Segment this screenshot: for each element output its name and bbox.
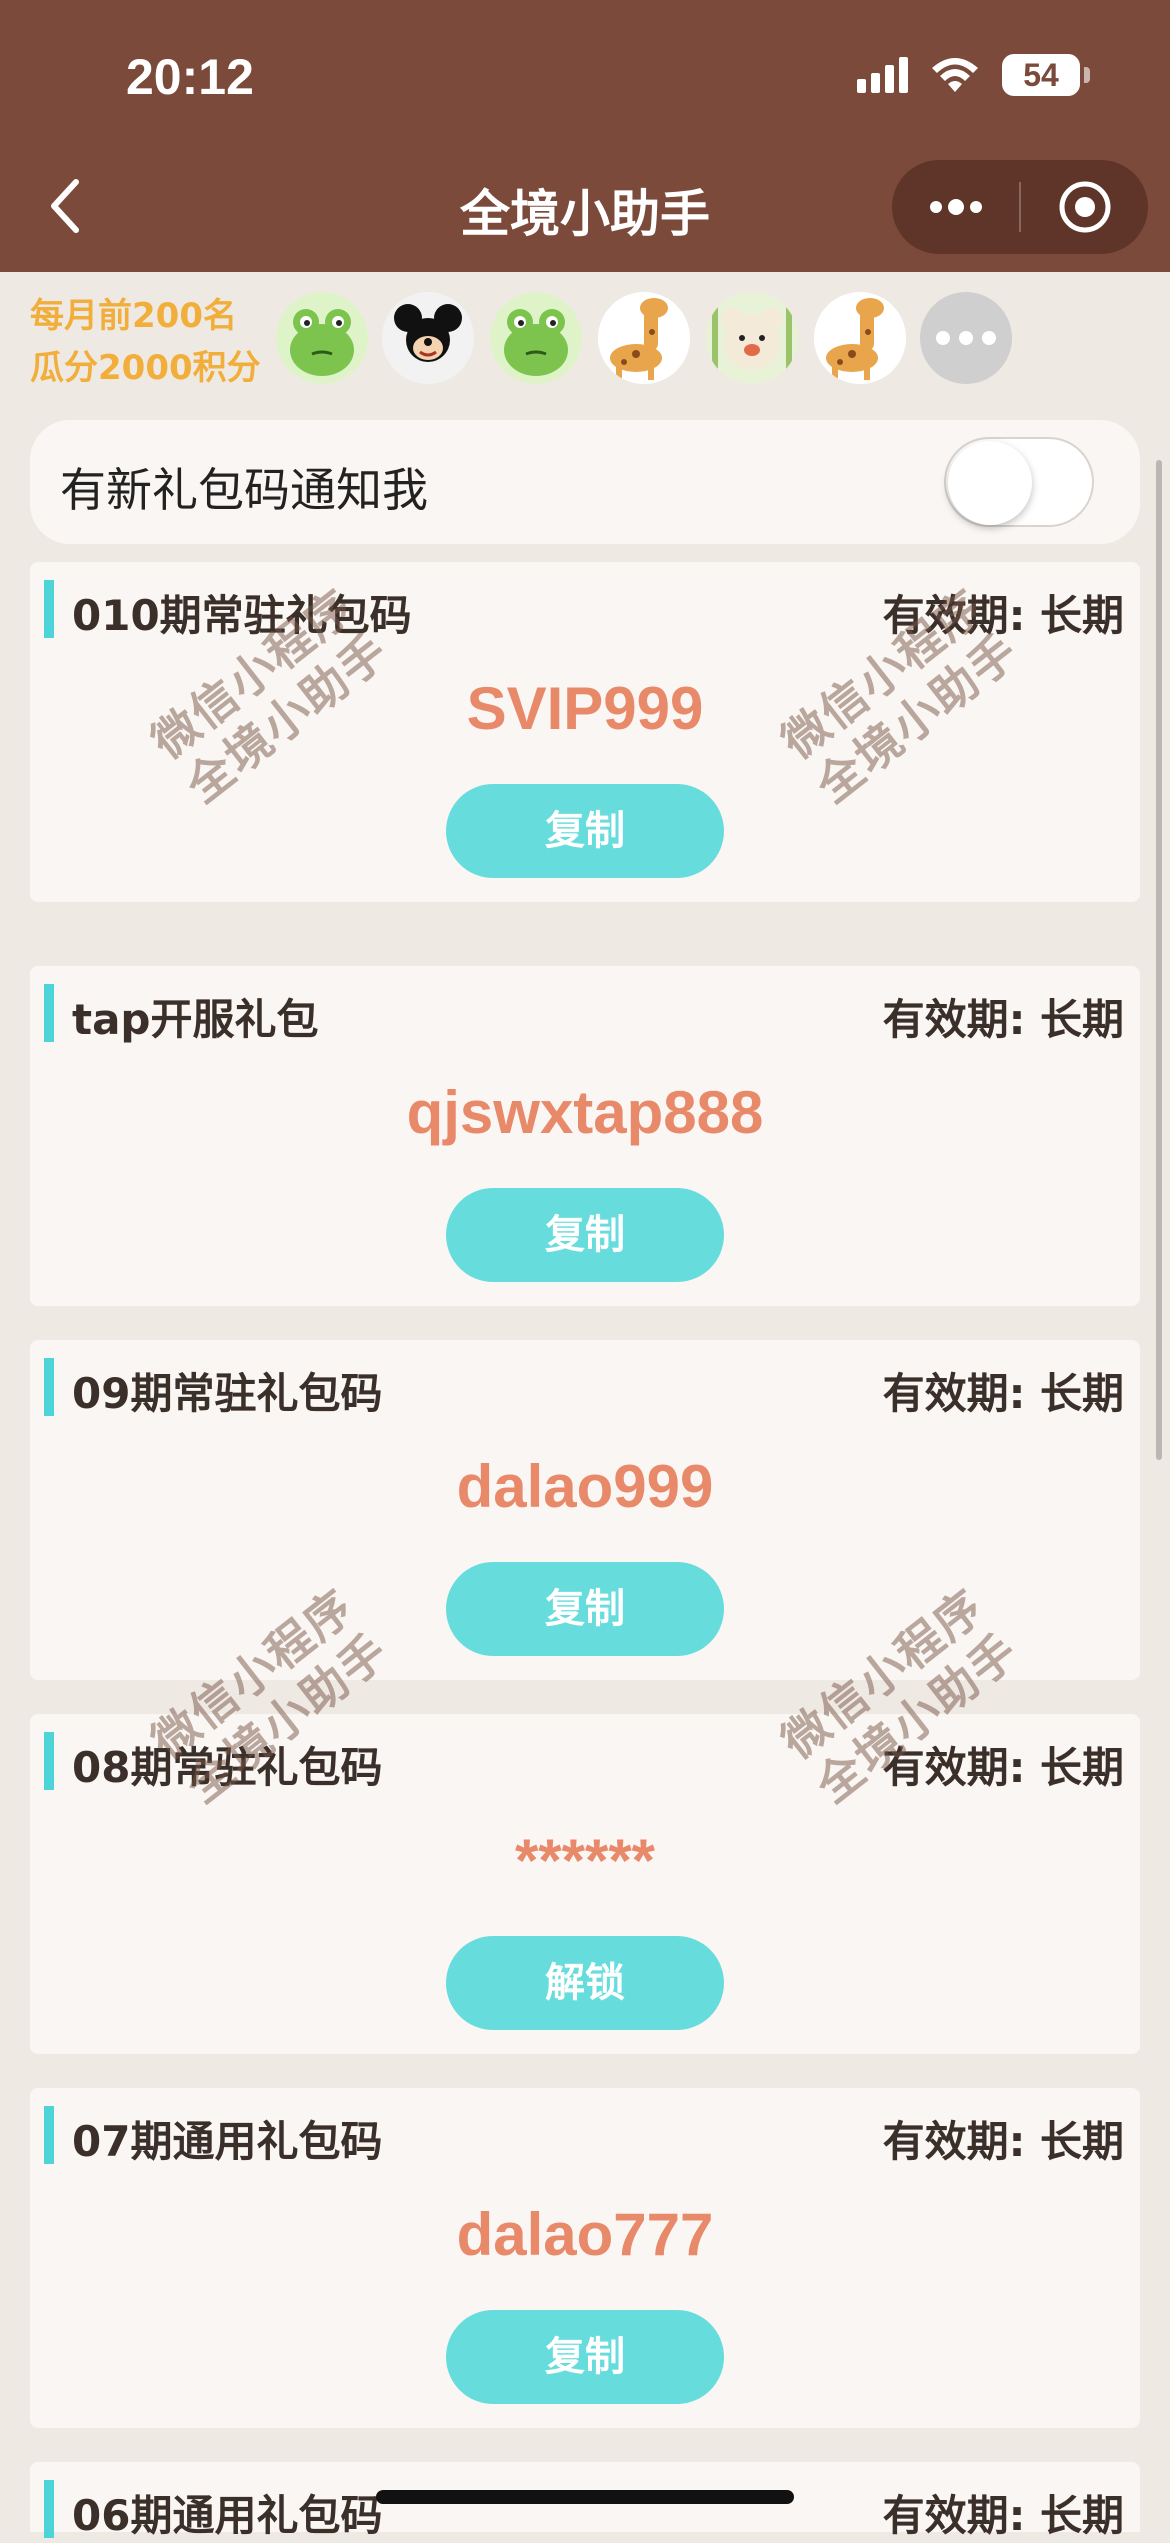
notify-row: 有新礼包码通知我 bbox=[30, 420, 1140, 544]
gift-code-card: tap开服礼包 有效期: 长期 qjswxtap888 复制 bbox=[30, 966, 1140, 1306]
avatar-giraffe bbox=[598, 292, 690, 384]
copy-button[interactable]: 复制 bbox=[446, 2310, 724, 2404]
ranking-text: 每月前200名 瓜分2000积分 bbox=[30, 290, 261, 394]
avatar-giraffe bbox=[814, 292, 906, 384]
target-icon[interactable] bbox=[1021, 160, 1148, 254]
gift-code: dalao777 bbox=[456, 2201, 714, 2268]
gift-code-card: 07期通用礼包码 有效期: 长期 dalao777 复制 bbox=[30, 2088, 1140, 2428]
home-indicator[interactable] bbox=[376, 2490, 794, 2504]
gift-code-card-locked: 08期常驻礼包码 有效期: 长期 ****** 解锁 bbox=[30, 1714, 1140, 2054]
copy-button[interactable]: 复制 bbox=[446, 1188, 724, 1282]
more-avatars-icon[interactable] bbox=[920, 292, 1012, 384]
status-icons: 54 bbox=[857, 54, 1090, 96]
notify-label: 有新礼包码通知我 bbox=[60, 463, 428, 517]
battery-level: 54 bbox=[1023, 57, 1059, 93]
card-accent-bar bbox=[44, 2480, 54, 2538]
battery-tip bbox=[1084, 67, 1090, 83]
avatar-mickey bbox=[382, 292, 474, 384]
card-title: 09期常驻礼包码 bbox=[72, 1369, 383, 1418]
card-validity: 有效期: 长期 bbox=[882, 2117, 1124, 2166]
avatar-frog bbox=[490, 292, 582, 384]
card-validity: 有效期: 长期 bbox=[882, 995, 1124, 1044]
scrollbar[interactable] bbox=[1156, 460, 1162, 1460]
unlock-button[interactable]: 解锁 bbox=[446, 1936, 724, 2030]
status-time: 20:12 bbox=[126, 49, 254, 105]
card-validity: 有效期: 长期 bbox=[882, 2491, 1124, 2540]
avatar-frog bbox=[276, 292, 368, 384]
card-accent-bar bbox=[44, 1358, 54, 1416]
card-validity: 有效期: 长期 bbox=[882, 1743, 1124, 1792]
signal-icon bbox=[857, 57, 908, 93]
copy-button[interactable]: 复制 bbox=[446, 1562, 724, 1656]
gift-code: SVIP999 bbox=[466, 675, 704, 742]
card-title: 08期常驻礼包码 bbox=[72, 1743, 383, 1792]
more-dots-icon[interactable] bbox=[892, 160, 1019, 254]
avatar-bear bbox=[706, 292, 798, 384]
ranking-strip[interactable]: 每月前200名 瓜分2000积分 bbox=[0, 272, 1170, 402]
card-title: 06期通用礼包码 bbox=[72, 2491, 383, 2540]
top-header: 20:12 54 全境小助手 bbox=[0, 0, 1170, 272]
battery-icon: 54 bbox=[1002, 54, 1080, 96]
gift-code-masked: ****** bbox=[514, 1827, 656, 1894]
ranking-line-2: 瓜分2000积分 bbox=[30, 348, 261, 388]
card-accent-bar bbox=[44, 2106, 54, 2164]
gift-code: dalao999 bbox=[456, 1453, 714, 1520]
card-validity: 有效期: 长期 bbox=[882, 591, 1124, 640]
ranking-line-1: 每月前200名 bbox=[30, 296, 237, 336]
card-accent-bar bbox=[44, 984, 54, 1042]
card-title: tap开服礼包 bbox=[72, 995, 319, 1044]
gift-code-card: 09期常驻礼包码 有效期: 长期 dalao999 复制 bbox=[30, 1340, 1140, 1680]
mini-program-capsule bbox=[892, 160, 1148, 254]
card-accent-bar bbox=[44, 580, 54, 638]
wifi-icon bbox=[932, 58, 978, 92]
card-validity: 有效期: 长期 bbox=[882, 1369, 1124, 1418]
copy-button[interactable]: 复制 bbox=[446, 784, 724, 878]
notify-toggle[interactable] bbox=[944, 437, 1094, 527]
card-title: 010期常驻礼包码 bbox=[72, 591, 412, 640]
card-title: 07期通用礼包码 bbox=[72, 2117, 383, 2166]
gift-code-card: 010期常驻礼包码 有效期: 长期 SVIP999 复制 bbox=[30, 562, 1140, 902]
card-accent-bar bbox=[44, 1732, 54, 1790]
toggle-knob bbox=[948, 441, 1032, 525]
gift-code: qjswxtap888 bbox=[406, 1079, 764, 1146]
